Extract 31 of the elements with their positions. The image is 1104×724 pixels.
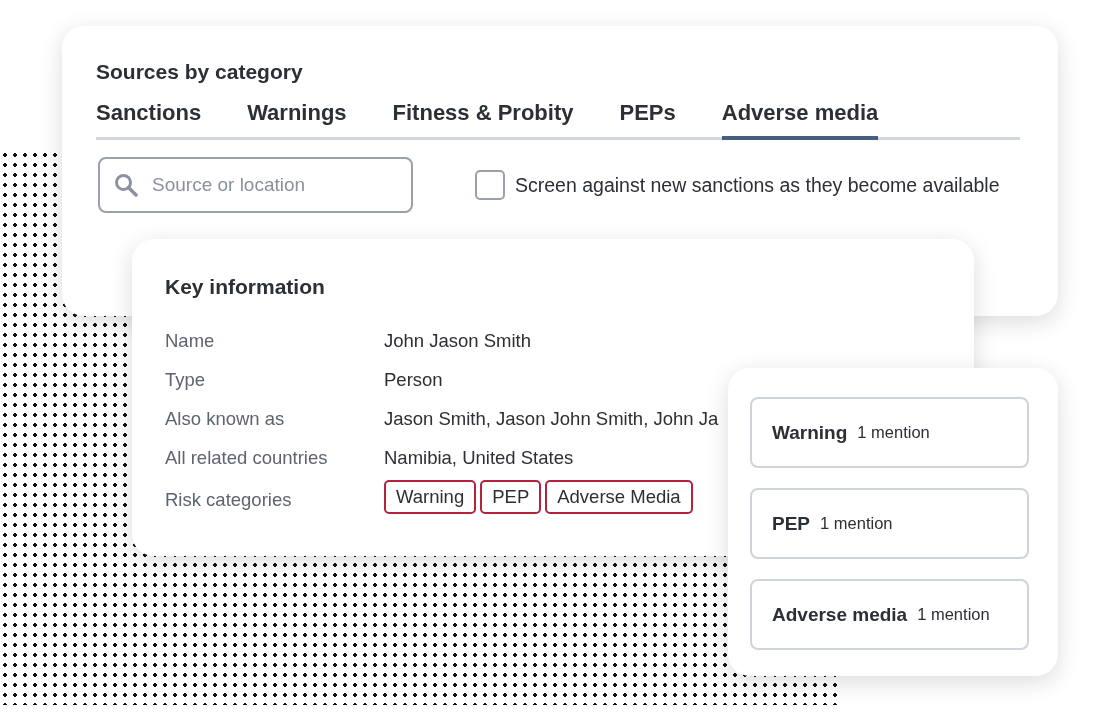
mention-category: Warning bbox=[772, 421, 848, 444]
tab[interactable]: Sanctions bbox=[96, 100, 202, 140]
tab[interactable]: Warnings bbox=[247, 100, 347, 140]
risk-tag: PEP bbox=[480, 480, 542, 514]
mention-count: 1 mention bbox=[857, 423, 930, 442]
mention-category: PEP bbox=[772, 512, 811, 535]
mention-category: Adverse media bbox=[772, 603, 908, 626]
tab[interactable]: Adverse media bbox=[721, 100, 879, 140]
risk-tag: Warning bbox=[384, 480, 477, 514]
mention-item[interactable]: PEP 1 mention bbox=[750, 488, 1029, 559]
field-value: Person bbox=[384, 368, 444, 392]
mention-item[interactable]: Adverse media 1 mention bbox=[750, 579, 1029, 650]
mention-item[interactable]: Warning 1 mention bbox=[750, 397, 1029, 468]
field-label: Name bbox=[165, 329, 216, 353]
field-label: Type bbox=[165, 368, 207, 392]
card-title: Sources by category bbox=[96, 60, 304, 84]
tab[interactable]: Fitness & Probity bbox=[392, 100, 574, 140]
field-value: Jason Smith, Jason John Smith, John Ja bbox=[384, 407, 720, 431]
checkbox-label: Screen against new sanctions as they become available bbox=[515, 173, 1000, 197]
checkbox[interactable] bbox=[475, 170, 505, 200]
mention-count: 1 mention bbox=[917, 605, 990, 624]
risk-tag: Adverse Media bbox=[545, 480, 693, 514]
mention-count: 1 mention bbox=[820, 514, 893, 533]
field-label: All related countries bbox=[165, 446, 329, 470]
card-title: Key information bbox=[165, 275, 326, 299]
field-label: Also known as bbox=[165, 407, 286, 431]
tab[interactable]: PEPs bbox=[619, 100, 676, 140]
field-label: Risk categories bbox=[165, 487, 293, 512]
field-value: Namibia, United States bbox=[384, 446, 575, 470]
search-field[interactable]: Source or location bbox=[98, 157, 413, 213]
field-value: John Jason Smith bbox=[384, 329, 533, 353]
